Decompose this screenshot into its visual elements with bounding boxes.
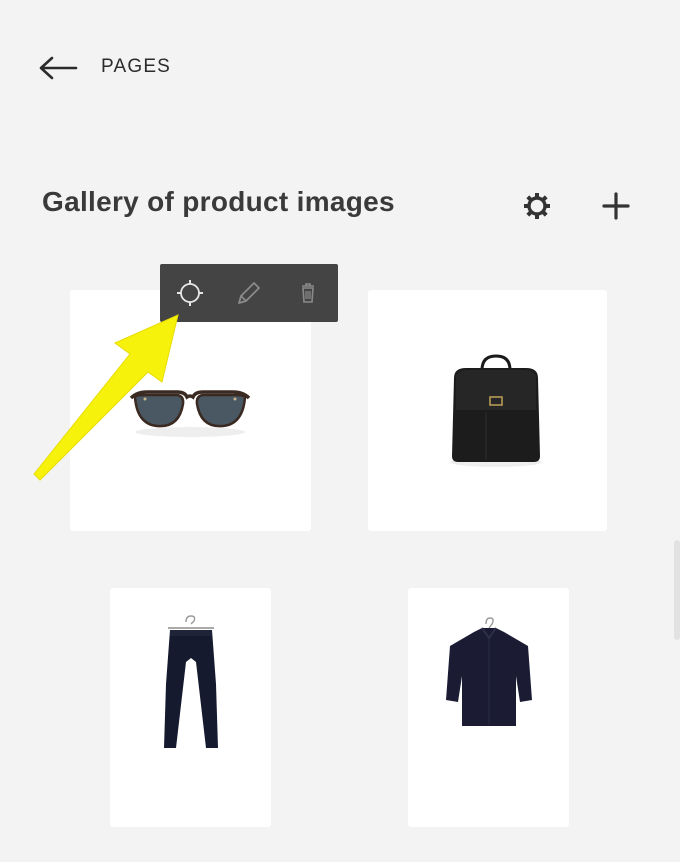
item-settings-button[interactable] — [160, 264, 219, 322]
backpack-image — [450, 354, 542, 467]
gallery-item-top[interactable] — [408, 588, 569, 827]
item-edit-button[interactable] — [219, 264, 278, 322]
plus-icon — [602, 192, 630, 220]
gear-icon — [524, 193, 550, 219]
page-title: Gallery of product images — [42, 186, 395, 217]
trash-icon — [301, 283, 314, 303]
pencil-icon — [237, 282, 260, 304]
top-image — [446, 617, 532, 726]
settings-icon — [176, 280, 203, 306]
gallery-item-backpack[interactable] — [368, 290, 607, 531]
back-label: PAGES — [101, 56, 172, 77]
item-toolbar — [160, 264, 338, 322]
item-delete-button[interactable] — [278, 264, 337, 322]
gallery-item-trousers[interactable] — [110, 588, 271, 827]
scrollbar[interactable] — [674, 540, 680, 640]
sunglasses-image — [129, 390, 251, 437]
gallery-item-sunglasses[interactable] — [70, 290, 311, 531]
trousers-image — [164, 615, 218, 748]
add-item-button[interactable] — [596, 186, 636, 226]
back-to-pages-link[interactable]: PAGES — [38, 50, 188, 86]
gallery-settings-button[interactable] — [517, 186, 557, 226]
arrow-left-icon — [39, 56, 78, 80]
